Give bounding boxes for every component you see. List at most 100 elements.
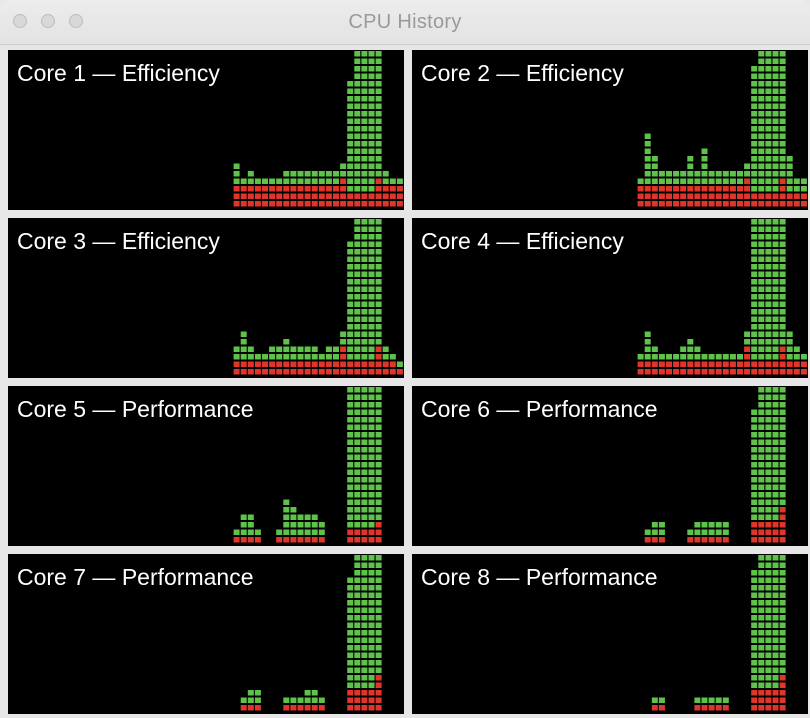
user-load-cell	[765, 256, 772, 262]
user-load-cell	[779, 103, 786, 109]
user-load-cell	[375, 126, 382, 132]
user-load-cell	[354, 354, 361, 360]
user-load-cell	[644, 171, 651, 177]
title-bar[interactable]: CPU History	[0, 0, 810, 45]
user-load-cell	[765, 346, 772, 352]
user-load-cell	[375, 339, 382, 345]
user-load-cell	[375, 402, 382, 408]
user-load-cell	[361, 141, 368, 147]
system-load-cell	[644, 193, 651, 199]
system-load-cell	[694, 201, 701, 207]
user-load-cell	[361, 256, 368, 262]
user-load-cell	[673, 354, 680, 360]
user-load-cell	[368, 331, 375, 337]
core-panel-8: Core 8 — Performance	[412, 554, 808, 714]
system-load-cell	[758, 522, 765, 528]
system-load-cell	[701, 201, 708, 207]
user-load-cell	[765, 324, 772, 330]
system-load-cell	[793, 193, 800, 199]
user-load-cell	[779, 454, 786, 460]
user-load-cell	[240, 346, 247, 352]
user-load-cell	[361, 630, 368, 636]
user-load-cell	[644, 163, 651, 169]
user-load-cell	[368, 622, 375, 628]
user-load-cell	[772, 432, 779, 438]
user-load-cell	[354, 462, 361, 468]
user-load-cell	[354, 133, 361, 139]
user-load-cell	[354, 507, 361, 513]
user-load-cell	[758, 615, 765, 621]
user-load-cell	[368, 454, 375, 460]
user-load-cell	[361, 424, 368, 430]
user-load-cell	[708, 522, 715, 528]
user-load-cell	[694, 697, 701, 703]
user-load-cell	[254, 697, 261, 703]
system-load-cell	[368, 201, 375, 207]
system-load-cell	[368, 369, 375, 375]
system-load-cell	[800, 201, 807, 207]
user-load-cell	[779, 301, 786, 307]
user-load-cell	[375, 141, 382, 147]
user-load-cell	[651, 697, 658, 703]
system-load-cell	[333, 193, 339, 199]
user-load-cell	[687, 354, 694, 360]
system-load-cell	[637, 369, 644, 375]
user-load-cell	[800, 186, 807, 192]
user-load-cell	[751, 630, 758, 636]
user-load-cell	[354, 148, 361, 154]
user-load-cell	[361, 279, 368, 285]
user-load-cell	[347, 394, 354, 400]
core-label: Core 6 — Performance	[421, 396, 658, 422]
user-load-cell	[751, 424, 758, 430]
user-load-cell	[751, 585, 758, 591]
user-load-cell	[354, 514, 361, 520]
user-load-cell	[779, 51, 786, 57]
user-load-cell	[375, 417, 382, 423]
user-load-cell	[687, 178, 694, 184]
system-load-cell	[368, 529, 375, 535]
user-load-cell	[354, 241, 361, 247]
user-load-cell	[347, 522, 354, 528]
user-load-cell	[375, 66, 382, 72]
user-load-cell	[751, 607, 758, 613]
system-load-cell	[729, 361, 736, 367]
user-load-cell	[304, 529, 311, 535]
core-label: Core 7 — Performance	[17, 564, 254, 590]
user-load-cell	[247, 178, 254, 184]
system-load-cell	[247, 193, 254, 199]
user-load-cell	[779, 58, 786, 64]
user-load-cell	[361, 178, 368, 184]
user-load-cell	[708, 529, 715, 535]
user-load-cell	[375, 324, 382, 330]
user-load-cell	[779, 148, 786, 154]
user-load-cell	[765, 667, 772, 673]
system-load-cell	[751, 529, 758, 535]
user-load-cell	[361, 675, 368, 681]
user-load-cell	[368, 409, 375, 415]
user-load-cell	[765, 645, 772, 651]
user-load-cell	[758, 111, 765, 117]
user-load-cell	[765, 111, 772, 117]
user-load-cell	[786, 346, 793, 352]
system-load-cell	[772, 201, 779, 207]
system-load-cell	[772, 705, 779, 711]
user-load-cell	[347, 171, 354, 177]
user-load-cell	[765, 660, 772, 666]
user-load-cell	[354, 234, 361, 240]
system-load-cell	[396, 193, 403, 199]
user-load-cell	[779, 219, 786, 225]
system-load-cell	[290, 537, 297, 543]
user-load-cell	[779, 264, 786, 270]
user-load-cell	[758, 417, 765, 423]
user-load-cell	[772, 141, 779, 147]
user-load-cell	[283, 522, 290, 528]
user-load-cell	[765, 81, 772, 87]
system-load-cell	[729, 193, 736, 199]
user-load-cell	[354, 249, 361, 255]
user-load-cell	[240, 331, 247, 337]
window-title: CPU History	[348, 11, 462, 33]
system-load-cell	[737, 186, 743, 192]
user-load-cell	[779, 447, 786, 453]
system-load-cell	[800, 361, 807, 367]
user-load-cell	[361, 96, 368, 102]
